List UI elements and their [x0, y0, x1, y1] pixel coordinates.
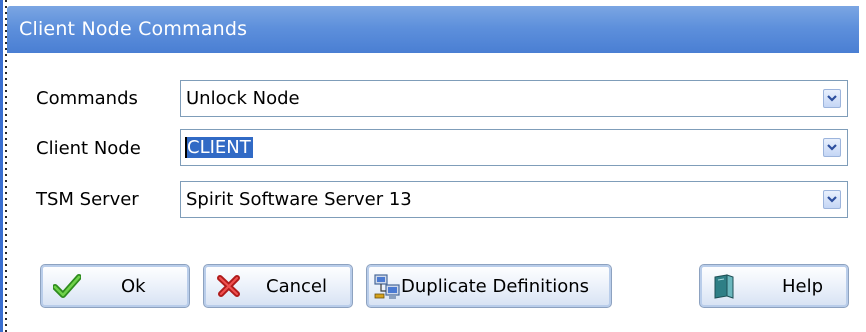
- duplicate-definitions-button-label: Duplicate Definitions: [401, 276, 590, 297]
- cross-icon: [216, 274, 242, 303]
- commands-label: Commands: [36, 88, 138, 109]
- commands-combobox[interactable]: Unlock Node: [180, 80, 848, 117]
- cancel-button[interactable]: Cancel: [203, 264, 353, 308]
- dialog-window: Client Node Commands Commands Unlock Nod…: [0, 0, 866, 332]
- help-button-label: Help: [782, 276, 824, 297]
- network-computers-icon: [374, 274, 400, 305]
- commands-dropdown-button[interactable]: [823, 89, 841, 108]
- tsm-server-label: TSM Server: [36, 189, 139, 210]
- help-button[interactable]: Help: [699, 264, 849, 308]
- client-node-value: CLIENT: [185, 137, 253, 158]
- ok-button[interactable]: Ok: [40, 264, 190, 308]
- client-node-dropdown-button[interactable]: [823, 138, 841, 157]
- tsm-server-value: Spirit Software Server 13: [186, 189, 412, 210]
- client-node-label: Client Node: [36, 138, 141, 159]
- chevron-down-icon: [827, 144, 837, 151]
- text-caret: [185, 137, 187, 158]
- cancel-button-label: Cancel: [266, 276, 327, 297]
- check-icon: [52, 274, 82, 303]
- chevron-down-icon: [827, 95, 837, 102]
- client-node-combobox[interactable]: CLIENT: [180, 129, 848, 166]
- title-bar[interactable]: Client Node Commands: [7, 6, 859, 53]
- commands-value: Unlock Node: [186, 88, 300, 109]
- window-left-dotted-border: [0, 0, 7, 332]
- tsm-server-dropdown-button[interactable]: [823, 190, 841, 209]
- chevron-down-icon: [827, 196, 837, 203]
- book-icon: [712, 274, 736, 305]
- tsm-server-combobox[interactable]: Spirit Software Server 13: [180, 181, 848, 218]
- window-title: Client Node Commands: [19, 18, 248, 40]
- ok-button-label: Ok: [121, 276, 146, 297]
- duplicate-definitions-button[interactable]: Duplicate Definitions: [366, 264, 612, 308]
